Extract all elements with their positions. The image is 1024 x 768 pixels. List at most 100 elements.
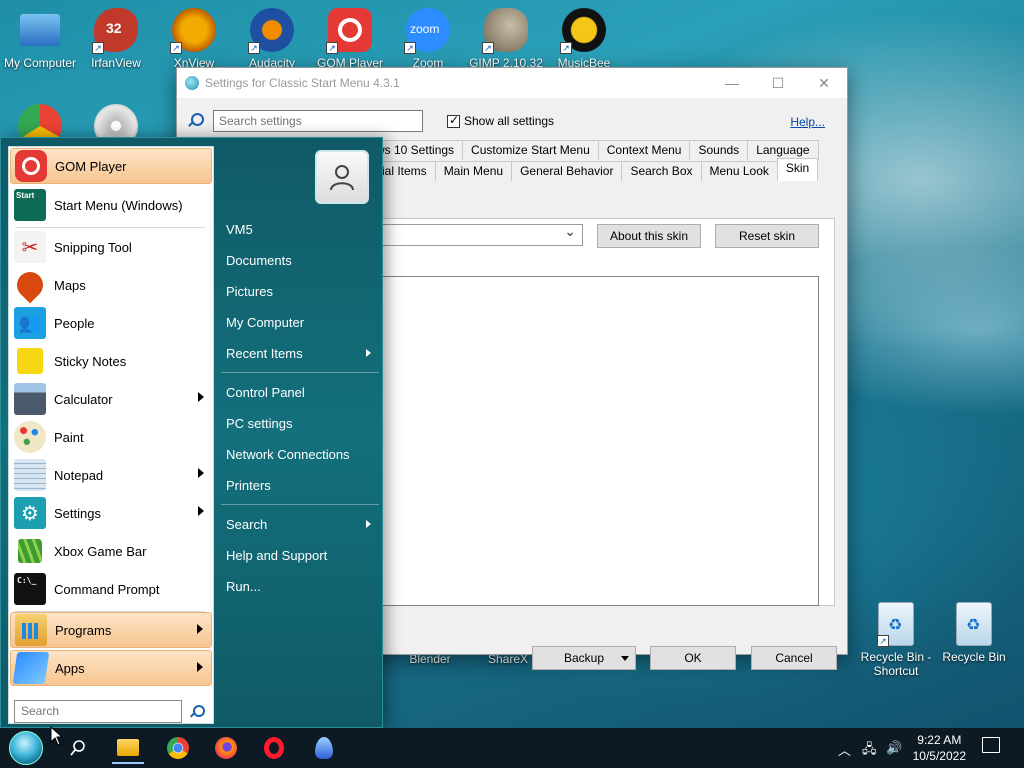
maximize-button[interactable]: ☐ [755,68,801,98]
backup-button[interactable]: Backup [532,646,636,670]
tab-menu-look[interactable]: Menu Look [700,161,778,181]
tray-overflow-icon[interactable]: ︿ [838,740,851,759]
menu-item-programs[interactable]: Programs [10,612,212,648]
reset-skin-button[interactable]: Reset skin [715,224,819,248]
zoom-icon: zoom ↗ [404,8,450,54]
taskbar-opera[interactable] [258,732,290,764]
about-skin-button[interactable]: About this skin [597,224,701,248]
skin-dropdown[interactable] [377,223,583,246]
desktop-icon-recycle-bin[interactable]: ♻ Recycle Bin [934,602,1014,664]
menu-item-label: Notepad [54,467,104,483]
desktop-icon-zoom[interactable]: zoom ↗ Zoom [388,8,468,70]
shortcut-arrow-icon: ↗ [560,42,572,54]
taskbar-app-flame[interactable] [308,732,340,764]
right-item-control-panel[interactable]: Control Panel [226,385,305,400]
tab-sounds[interactable]: Sounds [689,140,749,160]
firefox-icon [215,737,237,759]
desktop-icon-gimp[interactable]: ↗ GIMP 2.10.32 [466,8,546,70]
map-pin-icon [11,266,49,304]
clock-time: 9:22 AM [917,733,962,747]
skin-options-list[interactable] [377,276,819,606]
gimp-icon: ↗ [482,8,528,54]
menu-item-gom-player[interactable]: GOM Player [10,148,212,184]
volume-icon[interactable]: 🔊 [886,740,902,756]
search-icon [187,113,204,129]
show-all-settings-checkbox[interactable]: Show all settings [447,113,555,128]
cancel-button[interactable]: Cancel [751,646,837,670]
taskbar-clock[interactable]: 9:22 AM 10/5/2022 [913,732,966,764]
right-item-search[interactable]: Search [226,517,371,532]
menu-item-apps[interactable]: Apps [10,650,212,686]
desktop-icon-musicbee[interactable]: ↗ MusicBee [544,8,624,70]
desktop-icon-my-computer[interactable]: My Computer [0,8,80,70]
gom-player-icon [15,150,47,182]
people-icon: 👥 [14,307,46,339]
menu-item-command-prompt[interactable]: C:\_ Command Prompt [10,571,212,607]
help-link[interactable]: Help... [790,115,825,129]
desktop-icon-recycle-bin-shortcut[interactable]: ♻ ↗ Recycle Bin - Shortcut [856,602,936,678]
right-item-label: Recent Items [226,346,303,361]
tab-general-behavior[interactable]: General Behavior [511,161,623,181]
app-flame-icon [315,737,333,759]
desktop-icon-label: My Computer [3,56,77,70]
right-item-recent-items[interactable]: Recent Items [226,346,371,361]
search-icon[interactable] [189,705,205,719]
menu-item-maps[interactable]: Maps [10,266,212,304]
right-item-help-and-support[interactable]: Help and Support [226,548,327,563]
network-icon[interactable]: 🖧 [862,740,877,762]
right-item-vm5[interactable]: VM5 [226,222,253,237]
start-search-input[interactable]: Search [14,700,182,723]
start-orb-button[interactable] [8,730,44,766]
menu-item-label: Maps [54,277,86,293]
menu-item-xbox-game-bar[interactable]: Xbox Game Bar [10,533,212,569]
ok-button[interactable]: OK [650,646,736,670]
tab-language[interactable]: Language [747,140,819,160]
user-icon [330,165,354,191]
menu-item-notepad[interactable]: Notepad [10,457,212,493]
desktop-icon-xnview[interactable]: ↗ XnView [154,8,234,70]
tab-context-menu[interactable]: Context Menu [597,140,691,160]
title-bar[interactable]: Settings for Classic Start Menu 4.3.1 — … [177,68,847,98]
desktop-icon-audacity[interactable]: ↗ Audacity [232,8,312,70]
right-item-printers[interactable]: Printers [226,478,271,493]
tab-main-menu[interactable]: Main Menu [434,161,513,181]
taskbar-search-button[interactable] [62,732,94,764]
xbox-icon [18,539,42,563]
tab-search-box[interactable]: Search Box [621,161,702,181]
right-item-my-computer[interactable]: My Computer [226,315,304,330]
tab-skin[interactable]: Skin [776,158,819,181]
tab-customize-start-menu[interactable]: Customize Start Menu [462,140,599,160]
notepad-icon [14,459,46,491]
user-avatar[interactable] [315,150,369,204]
gear-icon: ⚙ [14,497,46,529]
settings-search-input[interactable] [213,110,423,132]
menu-item-start-menu-windows[interactable]: Start Start Menu (Windows) [10,187,212,223]
right-item-label: Documents [226,253,292,268]
menu-item-people[interactable]: 👥 People [10,305,212,341]
scissors-icon: ✂ [14,231,46,263]
menu-item-sticky-notes[interactable]: Sticky Notes [10,343,212,379]
checkbox-checked-icon [447,113,460,128]
menu-item-label: Calculator [54,391,113,407]
menu-item-paint[interactable]: Paint [10,419,212,455]
minimize-button[interactable]: — [709,68,755,98]
desktop-icon-gom-player[interactable]: ↗ GOM Player [310,8,390,70]
right-item-pc-settings[interactable]: PC settings [226,416,292,431]
right-item-network-connections[interactable]: Network Connections [226,447,350,462]
taskbar-chrome[interactable] [162,732,194,764]
notification-center-icon[interactable] [982,737,1000,753]
menu-item-calculator[interactable]: Calculator [10,381,212,417]
desktop-icon-label: IrfanView [91,56,141,70]
show-all-settings-label: Show all settings [464,114,555,128]
right-item-run[interactable]: Run... [226,579,261,594]
right-item-documents[interactable]: Documents [226,253,292,268]
close-button[interactable]: ✕ [801,68,847,98]
desktop-icon-irfanview[interactable]: 32 ↗ IrfanView [76,8,156,70]
gom-player-icon: ↗ [326,8,372,54]
menu-item-snipping-tool[interactable]: ✂ Snipping Tool [10,229,212,265]
taskbar-firefox[interactable] [210,732,242,764]
taskbar-file-explorer[interactable] [112,732,144,764]
right-item-pictures[interactable]: Pictures [226,284,273,299]
xnview-icon: ↗ [170,8,216,54]
menu-item-settings[interactable]: ⚙ Settings [10,495,212,531]
